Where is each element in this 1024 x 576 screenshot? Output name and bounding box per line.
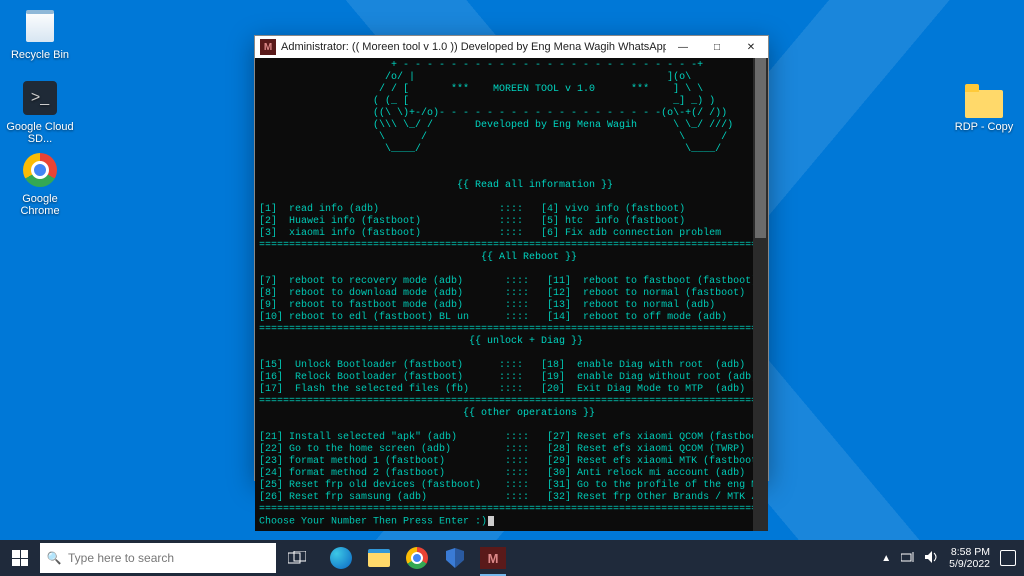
moreen-icon: M: [480, 547, 506, 569]
shield-icon: [446, 548, 464, 568]
recycle-bin-icon: [26, 10, 54, 42]
taskbar-moreen-tool[interactable]: M: [474, 540, 512, 576]
recycle-bin-label: Recycle Bin: [4, 49, 76, 61]
app-icon: M: [260, 39, 276, 55]
task-view-icon: [288, 551, 306, 565]
minimize-button[interactable]: —: [666, 36, 700, 58]
text-cursor: [488, 516, 494, 526]
system-tray: ▲ 8:58 PM 5/9/2022: [873, 546, 1024, 570]
folder-icon: [965, 90, 1003, 118]
recycle-bin[interactable]: Recycle Bin: [4, 6, 76, 61]
title-bar[interactable]: M Administrator: (( Moreen tool v 1.0 ))…: [255, 36, 768, 58]
search-placeholder: Type here to search: [68, 551, 174, 565]
windows-icon: [12, 550, 28, 566]
edge-icon: [330, 547, 352, 569]
terminal-icon: >_: [23, 81, 57, 115]
clock[interactable]: 8:58 PM 5/9/2022: [949, 546, 990, 570]
scrollbar-thumb[interactable]: [755, 58, 766, 238]
search-box[interactable]: 🔍 Type here to search: [40, 543, 276, 573]
taskbar-security[interactable]: [436, 540, 474, 576]
sound-icon[interactable]: [925, 551, 939, 566]
task-view-button[interactable]: [280, 540, 314, 576]
chrome-label: Google Chrome: [4, 193, 76, 217]
chrome-icon: [23, 153, 57, 187]
date-text: 5/9/2022: [949, 558, 990, 570]
taskbar-explorer[interactable]: [360, 540, 398, 576]
google-chrome[interactable]: Google Chrome: [4, 150, 76, 217]
scrollbar[interactable]: [753, 58, 768, 531]
rdp-copy-folder[interactable]: RDP - Copy: [948, 78, 1020, 133]
folder-label: RDP - Copy: [948, 121, 1020, 133]
gcloud-label: Google Cloud SD...: [4, 121, 76, 145]
taskbar: 🔍 Type here to search M ▲ 8:58 PM 5/9/20…: [0, 540, 1024, 576]
tray-overflow-button[interactable]: ▲: [881, 553, 891, 564]
console-output[interactable]: + - - - - - - - - - - - - - - - - - - - …: [255, 58, 753, 531]
chrome-icon: [406, 547, 428, 569]
start-button[interactable]: [0, 540, 40, 576]
time-text: 8:58 PM: [949, 546, 990, 558]
console-window: M Administrator: (( Moreen tool v 1.0 ))…: [254, 35, 769, 481]
network-icon[interactable]: [901, 551, 915, 566]
taskbar-chrome[interactable]: [398, 540, 436, 576]
maximize-button[interactable]: □: [700, 36, 734, 58]
pinned-apps: M: [322, 540, 512, 576]
action-center-button[interactable]: [1000, 550, 1016, 566]
window-title: Administrator: (( Moreen tool v 1.0 )) D…: [281, 41, 666, 53]
google-cloud-sdk[interactable]: >_ Google Cloud SD...: [4, 78, 76, 145]
search-icon: 🔍: [40, 551, 68, 565]
close-button[interactable]: ✕: [734, 36, 768, 58]
taskbar-edge[interactable]: [322, 540, 360, 576]
file-explorer-icon: [368, 549, 390, 567]
